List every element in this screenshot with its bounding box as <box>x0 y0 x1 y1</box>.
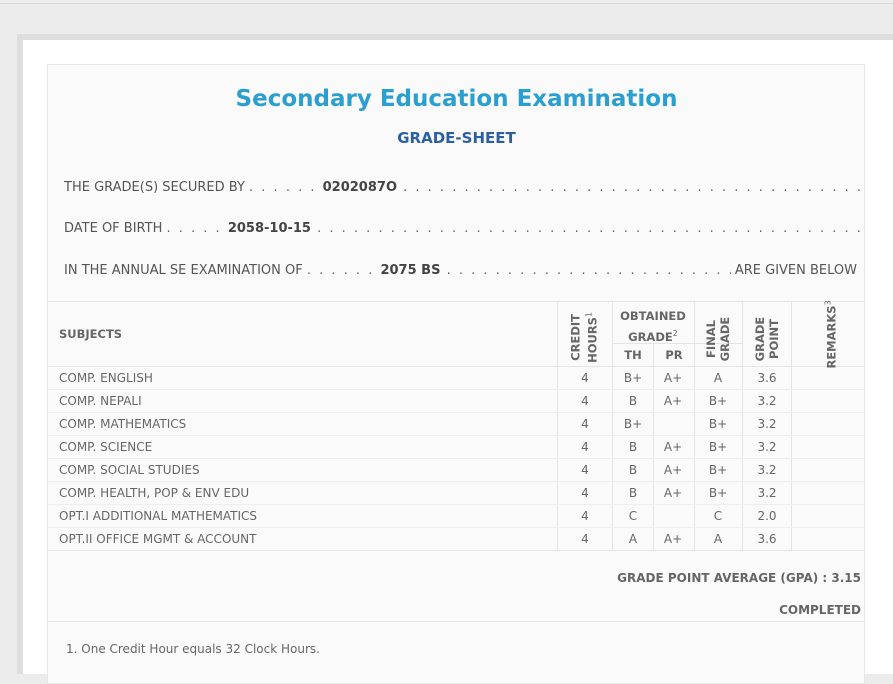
credit-cell: 4 <box>581 394 589 408</box>
th-grade-cell: C <box>628 509 638 523</box>
th-grade-cell: B <box>628 394 638 408</box>
credit-cell: 4 <box>581 532 589 546</box>
status-text: COMPLETED <box>779 603 861 617</box>
final-grade-cell: B+ <box>708 417 728 431</box>
subject-cell: OPT.I ADDITIONAL MATHEMATICS <box>59 509 258 523</box>
header-obtained-grade: OBTAINED GRADE2 <box>620 309 686 344</box>
header-credit-hours: CREDIT HOURS1 <box>568 311 600 363</box>
grade-point-cell: 3.2 <box>757 463 777 477</box>
grade-point-cell: 3.2 <box>757 486 777 500</box>
dob-value: 2058-10-15 <box>227 221 311 236</box>
secured-by-label: THE GRADE(S) SECURED BY <box>64 180 245 195</box>
subject-cell: COMP. MATHEMATICS <box>59 417 187 431</box>
page-title: Secondary Education Examination <box>235 86 678 112</box>
th-grade-cell: B+ <box>623 417 643 431</box>
grade-point-cell: 3.2 <box>757 440 777 454</box>
subject-cell: COMP. SCIENCE <box>59 440 153 454</box>
final-grade-cell: B+ <box>708 440 728 454</box>
final-grade-cell: C <box>713 509 723 523</box>
th-grade-cell: A <box>628 532 638 546</box>
header-pr: PR <box>665 348 683 362</box>
final-grade-cell: B+ <box>708 486 728 500</box>
grade-point-cell: 3.2 <box>757 417 777 431</box>
credit-cell: 4 <box>581 463 589 477</box>
grade-point-cell: 3.2 <box>757 394 777 408</box>
pr-grade-cell: A+ <box>663 486 683 500</box>
browser-top-strip <box>0 0 893 4</box>
subject-cell: OPT.II OFFICE MGMT & ACCOUNT <box>59 532 257 546</box>
table-row: OPT.II OFFICE MGMT & ACCOUNT 4 A A+ A 3.6 <box>48 528 864 551</box>
th-grade-cell: B+ <box>623 371 643 385</box>
exam-year: 2075 BS <box>380 263 441 278</box>
pr-grade-cell: A+ <box>663 532 683 546</box>
table-row: COMP. SCIENCE 4 B A+ B+ 3.2 <box>48 436 864 459</box>
dob-label: DATE OF BIRTH <box>64 221 163 236</box>
table-row: COMP. MATHEMATICS 4 B+ B+ 3.2 <box>48 413 864 436</box>
exam-suffix: ARE GIVEN BELOW <box>730 263 857 278</box>
gpa-text: GRADE POINT AVERAGE (GPA) : 3.15 <box>617 571 861 585</box>
page-subtitle: GRADE-SHEET <box>397 129 516 147</box>
symbol-number: 0202087O <box>322 180 397 195</box>
table-row: OPT.I ADDITIONAL MATHEMATICS 4 C C 2.0 <box>48 505 864 528</box>
credit-cell: 4 <box>581 440 589 454</box>
table-row: COMP. HEALTH, POP & ENV EDU 4 B A+ B+ 3.2 <box>48 482 864 505</box>
subject-cell: COMP. ENGLISH <box>59 371 153 385</box>
pr-grade-cell: A+ <box>663 394 683 408</box>
th-grade-cell: B <box>628 486 638 500</box>
summary-bottom-border <box>48 621 864 622</box>
table-row: COMP. NEPALI 4 B A+ B+ 3.2 <box>48 390 864 413</box>
header-subjects: SUBJECTS <box>59 327 123 341</box>
grade-point-cell: 3.6 <box>757 532 777 546</box>
header-remarks: REMARKS3 <box>823 300 839 369</box>
table-row: COMP. ENGLISH 4 B+ A+ A 3.6 <box>48 367 864 390</box>
subject-cell: COMP. NEPALI <box>59 394 142 408</box>
credit-cell: 4 <box>581 371 589 385</box>
grade-point-cell: 2.0 <box>757 509 777 523</box>
credit-cell: 4 <box>581 486 589 500</box>
subject-cell: COMP. HEALTH, POP & ENV EDU <box>59 486 250 500</box>
final-grade-cell: B+ <box>708 463 728 477</box>
pr-grade-cell: A+ <box>663 463 683 477</box>
credit-cell: 4 <box>581 509 589 523</box>
th-grade-cell: B <box>628 440 638 454</box>
final-grade-cell: A <box>713 532 723 546</box>
secured-by-line: THE GRADE(S) SECURED BY . . . . . . 0202… <box>64 180 864 195</box>
th-grade-cell: B <box>628 463 638 477</box>
header-final-grade: FINAL GRADE <box>704 316 732 362</box>
exam-label: IN THE ANNUAL SE EXAMINATION OF <box>64 263 303 278</box>
subject-cell: COMP. SOCIAL STUDIES <box>59 463 200 477</box>
grade-point-cell: 3.6 <box>757 371 777 385</box>
pr-grade-cell: A+ <box>663 440 683 454</box>
dob-line: DATE OF BIRTH . . . . . 2058-10-15 . . .… <box>64 221 864 236</box>
header-grade-point: GRADE POINT <box>753 316 781 362</box>
table-row: COMP. SOCIAL STUDIES 4 B A+ B+ 3.2 <box>48 459 864 482</box>
footnote: 1. One Credit Hour equals 32 Clock Hours… <box>66 642 320 656</box>
final-grade-cell: B+ <box>708 394 728 408</box>
pr-grade-cell: A+ <box>663 371 683 385</box>
header-th: TH <box>624 348 642 362</box>
credit-cell: 4 <box>581 417 589 431</box>
final-grade-cell: A <box>713 371 723 385</box>
